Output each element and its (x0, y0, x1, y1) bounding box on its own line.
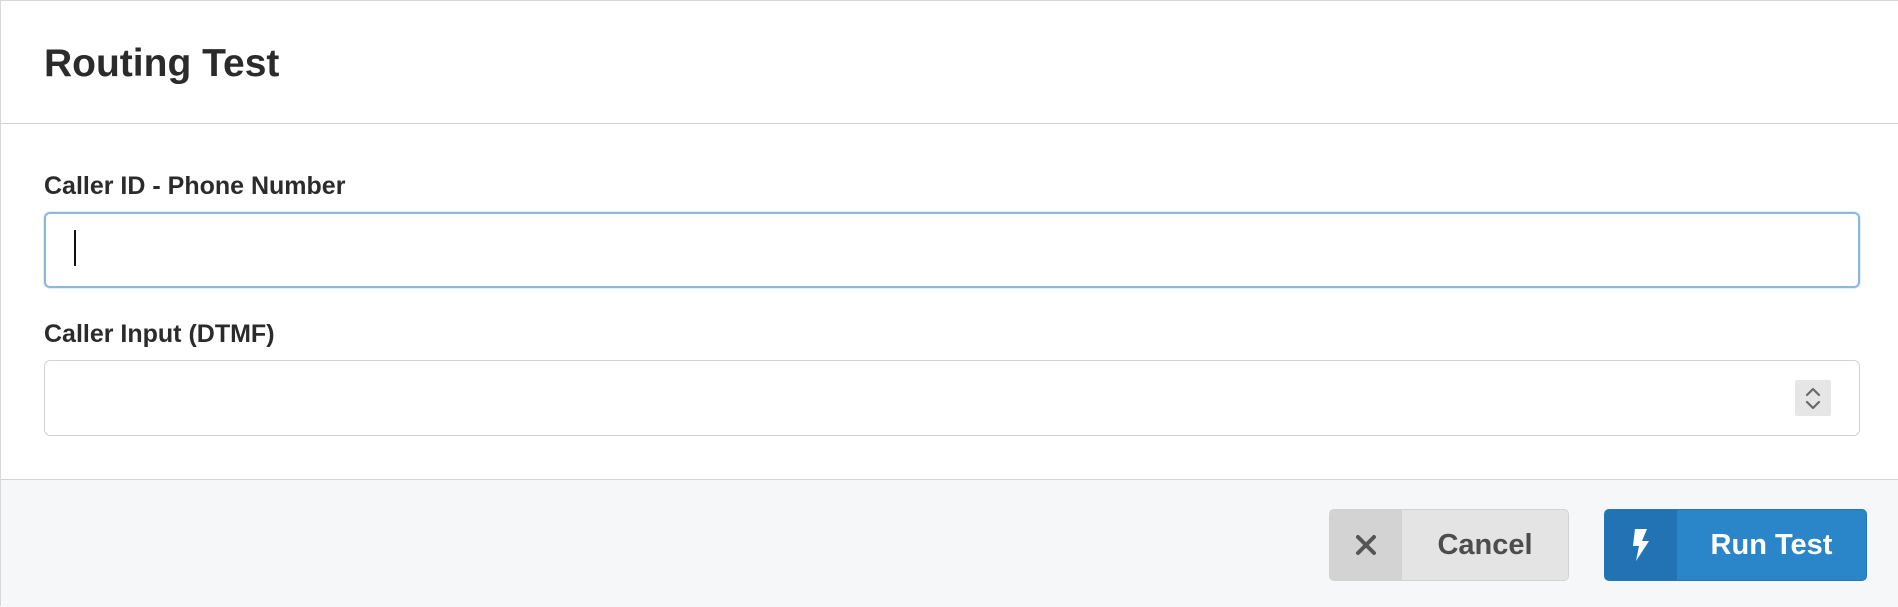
caller-input-label: Caller Input (DTMF) (44, 320, 275, 348)
dialog-title: Routing Test (44, 42, 280, 85)
number-spinner[interactable] (1795, 380, 1831, 416)
routing-test-dialog: Routing Test Caller ID - Phone Number Ca… (0, 0, 1898, 607)
run-test-button-label: Run Test (1710, 528, 1833, 561)
dialog-footer: Cancel Run Test (1, 479, 1898, 607)
caller-id-input[interactable] (44, 212, 1860, 288)
text-caret (74, 230, 76, 266)
cancel-button[interactable]: Cancel (1329, 509, 1569, 581)
caller-id-label: Caller ID - Phone Number (44, 172, 346, 200)
dialog-header: Routing Test (1, 1, 1898, 124)
caller-input-field[interactable] (44, 360, 1860, 436)
lightning-icon (1605, 510, 1677, 580)
run-test-button[interactable]: Run Test (1604, 509, 1867, 581)
spinner-arrows-icon (1805, 387, 1821, 410)
close-icon (1330, 510, 1402, 580)
cancel-button-label: Cancel (1437, 528, 1533, 561)
